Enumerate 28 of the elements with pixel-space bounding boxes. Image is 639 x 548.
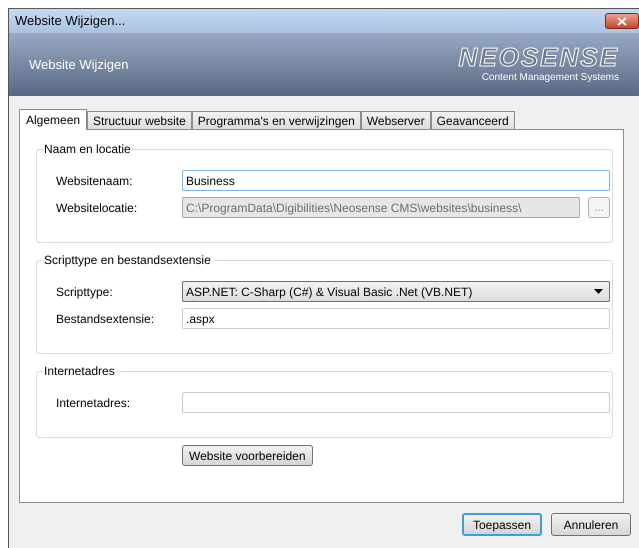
tagline: Content Management Systems: [482, 71, 619, 85]
header-title: Website Wijzigen: [29, 56, 128, 74]
tab[interactable]: Programma's en verwijzingen: [192, 111, 361, 129]
dropdown-value: ASP.NET: C-Sharp (C#) & Visual Basic .Net (VB.NET): [186, 284, 472, 300]
input-field[interactable]: Business: [182, 170, 610, 191]
tab[interactable]: Webserver: [360, 111, 431, 129]
field-label: Bestandsextensie:: [56, 310, 156, 328]
field-label: Websitenaam:: [56, 172, 134, 190]
input-field[interactable]: [182, 392, 610, 413]
close-button[interactable]: [605, 13, 639, 29]
tab[interactable]: Geavanceerd: [430, 111, 515, 129]
dropdown-arrow-icon: [594, 289, 603, 294]
scripttype-dropdown[interactable]: ASP.NET: C-Sharp (C#) & Visual Basic .Net (VB.NET): [182, 281, 610, 302]
tab[interactable]: Algemeen: [19, 109, 88, 130]
close-icon: [617, 16, 627, 26]
prepare-website-button[interactable]: Website voorbereiden: [182, 445, 313, 466]
group-title: Scripttype en bestandsextensie: [43, 252, 212, 269]
group-title: Naam en locatie: [43, 141, 132, 158]
dialog-button[interactable]: Annuleren: [551, 513, 631, 536]
input-field[interactable]: .aspx: [182, 308, 610, 329]
field-label: Websitelocatie:: [56, 200, 138, 216]
group-title: Internetadres: [43, 363, 116, 380]
logo-text: NEOSENSE: [458, 44, 619, 70]
field-label: Internetadres:: [56, 394, 132, 412]
dialog-button[interactable]: Toepassen: [462, 513, 542, 536]
window-title: Website Wijzigen...: [15, 12, 126, 30]
tab[interactable]: Structuur website: [87, 111, 192, 129]
field-label: Scripttype:: [56, 284, 114, 300]
